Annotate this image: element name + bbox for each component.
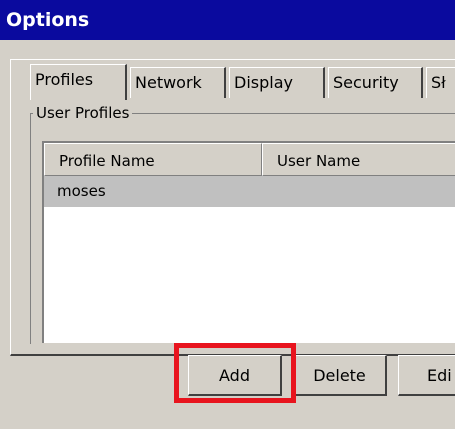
profiles-list[interactable]: Profile Name User Name moses bbox=[42, 141, 455, 343]
edit-button[interactable]: Edi bbox=[398, 355, 455, 396]
options-window: Options Profiles Network Display Securit… bbox=[0, 0, 455, 429]
column-user-name[interactable]: User Name bbox=[262, 143, 455, 176]
list-header: Profile Name User Name bbox=[44, 143, 455, 176]
user-profiles-group-label: User Profiles bbox=[33, 104, 133, 122]
window-title: Options bbox=[6, 9, 90, 31]
list-item[interactable]: moses bbox=[44, 176, 455, 207]
delete-button[interactable]: Delete bbox=[293, 355, 387, 396]
title-bar: Options bbox=[0, 0, 455, 40]
profile-name-cell: moses bbox=[57, 182, 106, 200]
tab-security[interactable]: Security bbox=[328, 67, 423, 98]
add-button[interactable]: Add bbox=[188, 355, 282, 396]
tab-profiles[interactable]: Profiles bbox=[30, 64, 127, 100]
column-profile-name[interactable]: Profile Name bbox=[44, 143, 262, 176]
tab-network[interactable]: Network bbox=[130, 67, 226, 98]
tab-overflow[interactable]: Sł bbox=[426, 67, 455, 98]
tab-display[interactable]: Display bbox=[229, 67, 325, 98]
